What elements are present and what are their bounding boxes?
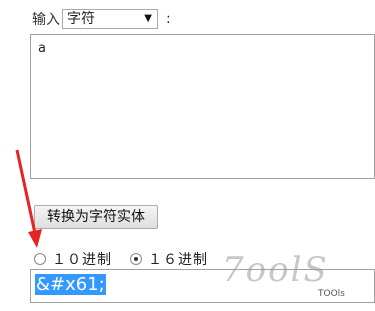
red-arrow-annotation [15, 149, 42, 248]
colon-label: : [166, 11, 171, 27]
radix-options: １０进制 １６进制 [34, 249, 208, 269]
radio-hex-label[interactable]: １６进制 [148, 249, 208, 269]
select-value: 字符 [67, 11, 95, 27]
dropdown-arrow-icon: ▼ [144, 13, 152, 24]
watermark-label: TOOls [318, 289, 345, 299]
radio-hex[interactable] [130, 253, 142, 265]
radio-decimal-label[interactable]: １０进制 [52, 249, 112, 269]
watermark-logo: 7oolS [222, 250, 329, 290]
input-type-select[interactable]: 字符 ▼ [62, 9, 158, 29]
input-textarea[interactable]: a [30, 34, 375, 179]
result-selected-text: &#x61; [35, 274, 106, 295]
